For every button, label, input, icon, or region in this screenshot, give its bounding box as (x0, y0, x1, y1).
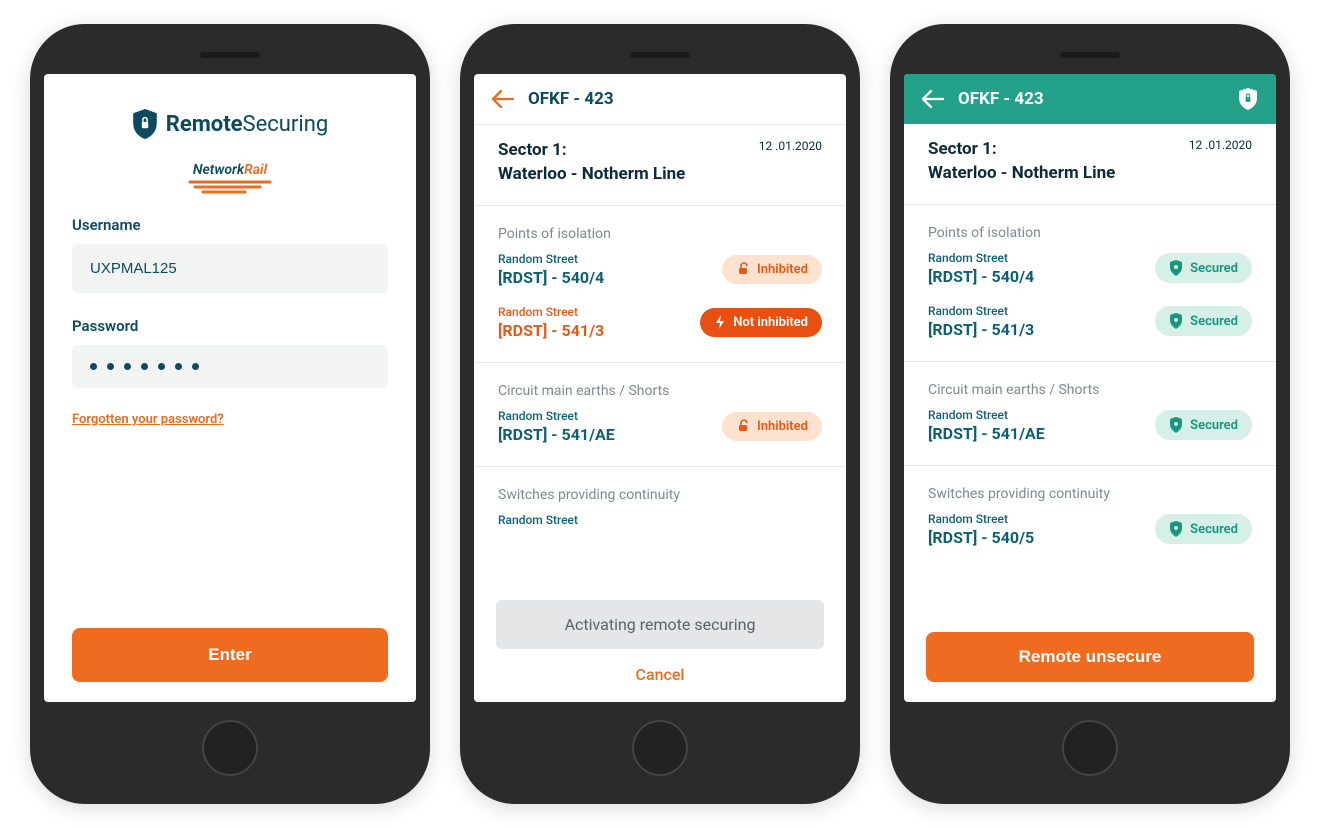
app-logo-row: RemoteSecuring (64, 109, 396, 139)
forgot-password-link[interactable]: Forgotten your password? (72, 412, 224, 427)
circuit-item[interactable]: Random Street [RDST] - 541/AE Inhibited (474, 405, 846, 458)
shield-check-icon (1169, 417, 1183, 433)
phone-login: RemoteSecuring NetworkRail Username Pass… (30, 24, 430, 804)
poi-code: [RDST] - 541/3 (928, 320, 1034, 339)
sector-line1: Sector 1: (928, 138, 1115, 162)
topbar-title: OFKF - 423 (528, 89, 614, 109)
topbar-title: OFKF - 423 (958, 89, 1044, 109)
poi-item[interactable]: Random Street [RDST] - 540/4 Inhibited (474, 248, 846, 301)
sector-line1: Sector 1: (498, 139, 685, 163)
shield-check-icon (1169, 313, 1183, 329)
poi-street: Random Street (498, 305, 604, 319)
shield-lock-icon (132, 109, 158, 139)
sector-line2: Waterloo - Notherm Line (498, 163, 685, 187)
password-label: Password (72, 317, 388, 335)
switch-item[interactable]: Random Street [RDST] - 540/5 Secured (904, 508, 1276, 561)
shield-lock-icon (1238, 88, 1258, 110)
poi-item[interactable]: Random Street [RDST] - 540/4 Secured (904, 247, 1276, 300)
poi-code: [RDST] - 541/3 (498, 321, 604, 340)
sector-header: Sector 1: Waterloo - Notherm Line 12 .01… (474, 125, 846, 206)
sector-date: 12 .01.2020 (1189, 138, 1252, 186)
back-arrow-icon[interactable] (492, 88, 514, 110)
poi-code: [RDST] - 540/4 (498, 268, 604, 287)
unlock-icon (736, 262, 750, 276)
phone-activating: OFKF - 423 Sector 1: Waterloo - Notherm … (460, 24, 860, 804)
phone-home-button[interactable] (632, 720, 688, 776)
poi-street: Random Street (928, 304, 1034, 318)
sector-screen-secured: OFKF - 423 Sector 1: Waterloo - Notherm … (904, 74, 1276, 702)
password-input[interactable] (72, 345, 388, 388)
poi-code: [RDST] - 540/4 (928, 267, 1034, 286)
switch-street: Random Street (928, 512, 1034, 526)
app-title: RemoteSecuring (166, 112, 328, 137)
remote-unsecure-button[interactable]: Remote unsecure (926, 632, 1254, 682)
topbar: OFKF - 423 (904, 74, 1276, 124)
status-pill-secured: Secured (1155, 253, 1252, 283)
status-pill-secured: Secured (1155, 410, 1252, 440)
topbar: OFKF - 423 (474, 74, 846, 125)
circuit-code: [RDST] - 541/AE (928, 424, 1045, 443)
enter-button[interactable]: Enter (72, 628, 388, 682)
circuit-item[interactable]: Random Street [RDST] - 541/AE Secured (904, 404, 1276, 457)
phone-home-button[interactable] (1062, 720, 1118, 776)
phone-speaker (200, 52, 260, 58)
phone-speaker (630, 52, 690, 58)
phone-home-button[interactable] (202, 720, 258, 776)
username-input[interactable] (72, 244, 388, 293)
back-arrow-icon[interactable] (922, 88, 944, 110)
networkrail-swoosh-icon (185, 180, 275, 196)
sector-date: 12 .01.2020 (759, 139, 822, 187)
circuit-code: [RDST] - 541/AE (498, 425, 615, 444)
shield-check-icon (1169, 521, 1183, 537)
shield-check-icon (1169, 260, 1183, 276)
phone-speaker (1060, 52, 1120, 58)
status-pill-secured: Secured (1155, 514, 1252, 544)
circuit-street: Random Street (498, 409, 615, 423)
bolt-icon (714, 315, 726, 329)
login-screen: RemoteSecuring NetworkRail Username Pass… (44, 74, 416, 702)
username-label: Username (72, 216, 388, 234)
poi-item[interactable]: Random Street [RDST] - 541/3 Not inhibit… (474, 301, 846, 354)
unlock-icon (736, 419, 750, 433)
sector-line2: Waterloo - Notherm Line (928, 162, 1115, 186)
section-poi-label: Points of isolation (904, 205, 1276, 247)
networkrail-logo: NetworkRail (185, 162, 275, 196)
section-circuit-label: Circuit main earths / Shorts (904, 362, 1276, 404)
switch-code: [RDST] - 540/5 (928, 528, 1034, 547)
status-pill-inhibited: Inhibited (722, 255, 822, 284)
poi-street: Random Street (498, 252, 604, 266)
section-circuit-label: Circuit main earths / Shorts (474, 363, 846, 405)
switch-street: Random Street (498, 513, 578, 527)
activating-status: Activating remote securing (496, 600, 824, 649)
status-pill-inhibited: Inhibited (722, 412, 822, 441)
cancel-button[interactable]: Cancel (496, 649, 824, 684)
phone-secured: OFKF - 423 Sector 1: Waterloo - Notherm … (890, 24, 1290, 804)
section-poi-label: Points of isolation (474, 206, 846, 248)
status-pill-notinhibited: Not inhibited (700, 308, 822, 337)
poi-street: Random Street (928, 251, 1034, 265)
status-pill-secured: Secured (1155, 306, 1252, 336)
circuit-street: Random Street (928, 408, 1045, 422)
activating-overlay: Activating remote securing Cancel (474, 588, 846, 702)
section-switches-label: Switches providing continuity (474, 467, 846, 509)
switch-item-partial[interactable]: Random Street (474, 509, 846, 541)
sector-header: Sector 1: Waterloo - Notherm Line 12 .01… (904, 124, 1276, 205)
poi-item[interactable]: Random Street [RDST] - 541/3 Secured (904, 300, 1276, 353)
sector-screen-activating: OFKF - 423 Sector 1: Waterloo - Notherm … (474, 74, 846, 702)
section-switches-label: Switches providing continuity (904, 466, 1276, 508)
